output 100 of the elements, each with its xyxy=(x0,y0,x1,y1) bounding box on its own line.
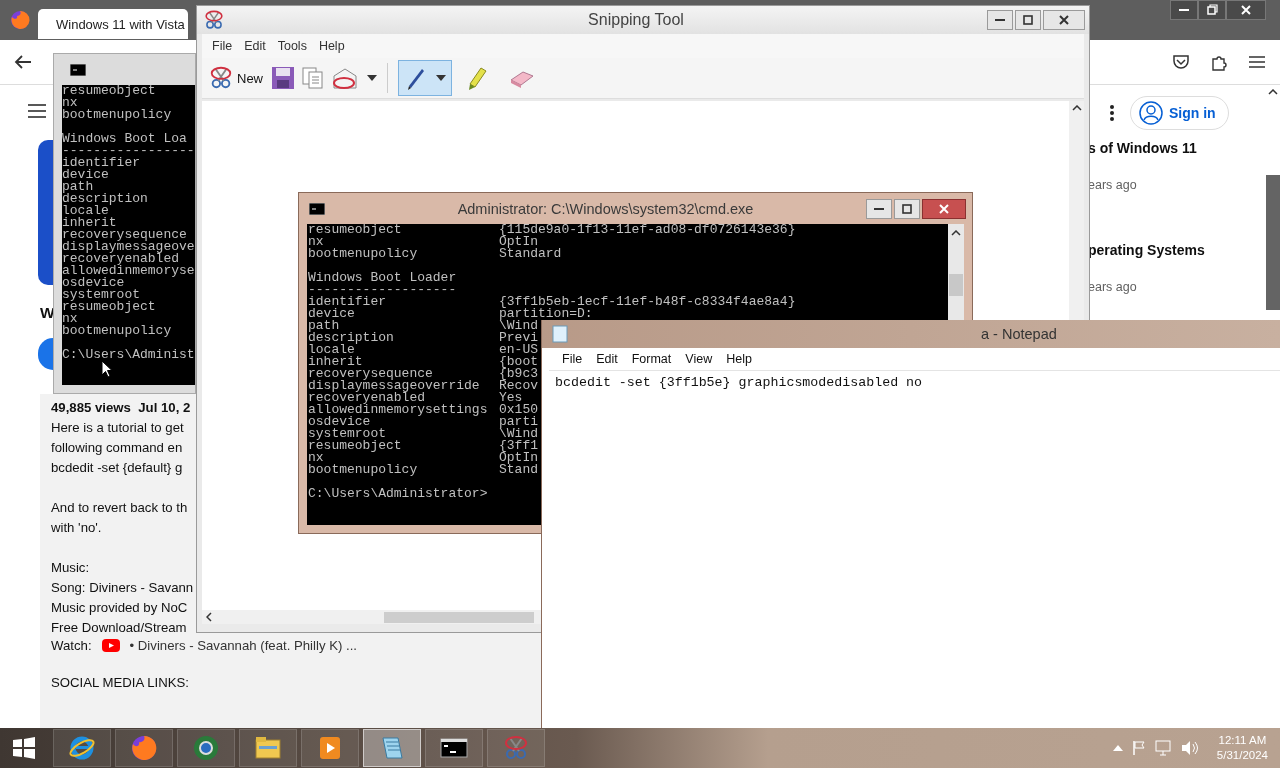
setting-value: parti xyxy=(499,416,538,428)
console-line: Windows Boot Loa xyxy=(62,133,187,145)
description-line: And to revert back to th xyxy=(51,499,188,517)
maximize-icon xyxy=(901,202,913,215)
maximize-button[interactable] xyxy=(1015,10,1041,30)
setting-name: bootmenupolicy xyxy=(308,464,418,476)
more-options-icon[interactable] xyxy=(1110,105,1114,121)
setting-name: allowedinmemorysettings xyxy=(308,404,488,416)
setting-value: Stand xyxy=(499,464,538,476)
console-line: recoverysequence xyxy=(62,229,187,241)
globe-taskbar-button[interactable] xyxy=(177,729,235,767)
browser-tab[interactable]: Windows 11 with Vista xyxy=(38,9,188,39)
setting-value: OptIn xyxy=(499,452,538,464)
minimize-button[interactable] xyxy=(866,198,892,219)
setting-name: nx xyxy=(308,452,324,464)
media-player-taskbar-button[interactable] xyxy=(301,729,359,767)
console-line: inherit xyxy=(62,217,117,229)
channel-avatar[interactable] xyxy=(38,338,53,370)
setting-name: displaymessageoverride xyxy=(308,380,480,392)
console-line: resumeobject xyxy=(62,301,156,313)
menu-item[interactable]: Help xyxy=(719,351,759,367)
menu-item[interactable]: File xyxy=(206,37,239,55)
scroll-left-icon[interactable] xyxy=(206,612,212,622)
menu-item[interactable]: Edit xyxy=(238,37,272,55)
pocket-icon[interactable] xyxy=(1172,54,1190,70)
minimize-button[interactable] xyxy=(1170,0,1198,20)
back-arrow-icon[interactable] xyxy=(14,54,32,70)
close-icon xyxy=(1240,4,1252,16)
puzzle-icon[interactable] xyxy=(1210,53,1228,71)
video-link[interactable]: • Diviners - Savannah (feat. Philly K) ... xyxy=(129,638,357,653)
window-title: Administrator: C:\Windows\system32\cmd.exe xyxy=(456,200,755,217)
close-button[interactable] xyxy=(1226,0,1266,20)
scissors-icon xyxy=(203,9,225,31)
setting-name: bootmenupolicy xyxy=(308,248,418,260)
close-button[interactable] xyxy=(1043,10,1085,30)
save-icon[interactable] xyxy=(271,66,295,90)
internet-explorer-taskbar-button[interactable] xyxy=(53,729,111,767)
folder-taskbar-button[interactable] xyxy=(239,729,297,767)
internet-explorer-icon xyxy=(68,734,96,762)
scrollbar-thumb[interactable] xyxy=(1266,175,1280,310)
console-line: nx xyxy=(62,97,78,109)
menu-item[interactable]: Tools xyxy=(271,37,313,55)
firefox-taskbar-button[interactable] xyxy=(115,729,173,767)
windows-logo-icon xyxy=(12,736,36,760)
console-line: osdevice xyxy=(62,277,125,289)
setting-value: Previ xyxy=(499,332,538,344)
command-prompt-taskbar-button[interactable] xyxy=(425,729,483,767)
scroll-up-icon[interactable] xyxy=(1071,105,1082,111)
setting-value: {b9c3 xyxy=(499,368,538,380)
menu-item[interactable]: File xyxy=(555,351,590,367)
description-line: Free Download/Stream xyxy=(51,619,187,637)
console-line: C:\Users\Administ xyxy=(62,349,195,361)
setting-value: {3ff1 xyxy=(499,440,538,452)
maximize-button[interactable] xyxy=(894,198,920,219)
pen-tool[interactable] xyxy=(398,60,452,96)
menu-item[interactable]: Format xyxy=(624,351,679,367)
window-title: a - Notepad xyxy=(980,326,1057,342)
console-line: ----------------- xyxy=(62,145,195,157)
menu-item[interactable]: Edit xyxy=(589,351,625,367)
setting-value: Yes xyxy=(499,392,523,404)
dropdown-caret-icon xyxy=(433,75,447,81)
setting-name: systemroot xyxy=(308,428,386,440)
scroll-up-icon[interactable] xyxy=(951,230,961,236)
setting-value: partition=D: xyxy=(499,308,593,320)
description-line: with 'no'. xyxy=(51,519,102,537)
scroll-up-icon[interactable] xyxy=(1268,89,1278,95)
maximize-icon xyxy=(1022,14,1034,26)
console-icon xyxy=(70,63,86,76)
scrollbar-thumb[interactable] xyxy=(949,274,963,296)
console-line: nx xyxy=(62,313,78,325)
minimize-icon xyxy=(874,207,884,210)
setting-name: identifier xyxy=(308,296,386,308)
description-line: Here is a tutorial to get xyxy=(51,419,184,437)
globe-icon xyxy=(192,734,220,762)
setting-value: \Wind xyxy=(499,320,538,332)
console-line: identifier xyxy=(62,157,140,169)
menu-icon[interactable] xyxy=(28,104,46,118)
new-snip-button[interactable]: New xyxy=(206,63,265,93)
setting-value: en-US xyxy=(499,344,538,356)
setting-name: recoverysequence xyxy=(308,368,433,380)
close-button[interactable] xyxy=(922,198,966,219)
console-icon xyxy=(309,202,325,215)
console-line: allowedinmemoryse xyxy=(62,265,195,277)
user-icon xyxy=(1139,101,1163,125)
minimize-button[interactable] xyxy=(987,10,1013,30)
close-icon xyxy=(1058,14,1070,26)
menu-icon[interactable] xyxy=(1248,55,1266,69)
scrollbar-thumb[interactable] xyxy=(384,611,534,623)
console-line: Windows Boot Loader xyxy=(308,272,457,284)
maximize-button[interactable] xyxy=(1198,0,1226,20)
related-video-title[interactable]: perating Systems xyxy=(1088,242,1266,258)
sign-in-button[interactable]: Sign in xyxy=(1130,96,1229,130)
setting-name: locale xyxy=(308,344,355,356)
dropdown-caret-icon[interactable] xyxy=(367,75,377,81)
menu-item[interactable]: View xyxy=(678,351,720,367)
notepad-icon xyxy=(551,325,569,343)
description-line: Song: Diviners - Savann xyxy=(51,579,194,597)
menu-item[interactable]: Help xyxy=(312,37,351,55)
console-line: recoveryenabled xyxy=(62,253,180,265)
description-line: following command en xyxy=(51,439,183,457)
